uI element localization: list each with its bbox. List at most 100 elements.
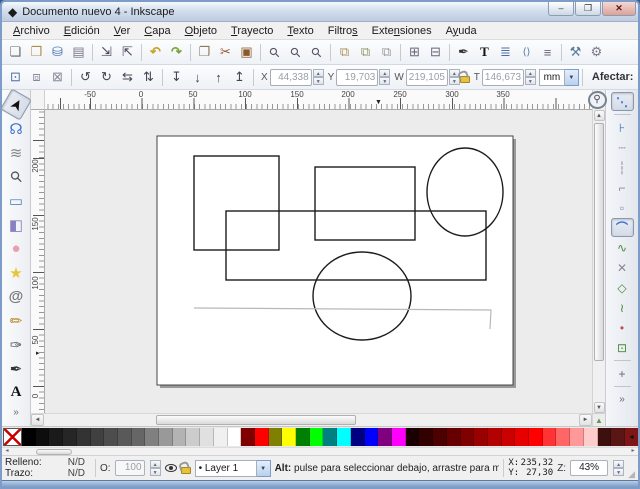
snap-enable-icon[interactable]: ⋱	[611, 92, 634, 111]
layers-icon[interactable]: ≣	[495, 42, 516, 63]
snap-bbox-edges-icon[interactable]: ┄	[611, 138, 634, 157]
palette-swatch[interactable]	[145, 428, 159, 446]
rotate-cw-icon[interactable]: ↻	[96, 67, 117, 88]
scroll-up-icon[interactable]: ▲	[594, 110, 605, 121]
snap-bbox-corners-icon[interactable]: ⊦	[611, 118, 634, 137]
zoom-page-icon[interactable]: ⚲	[302, 40, 332, 65]
paste-icon[interactable]: ▣	[236, 42, 257, 63]
spin-down-icon[interactable]: ▼	[379, 77, 390, 85]
box3d-tool[interactable]: ◧	[4, 213, 28, 236]
palette-swatch[interactable]	[63, 428, 77, 446]
palette-swatch[interactable]	[406, 428, 420, 446]
duplicate-icon[interactable]: ⧉	[334, 42, 355, 63]
palette-swatch[interactable]	[173, 428, 187, 446]
menu-ayuda[interactable]: Ayuda	[439, 24, 484, 38]
layer-visibility-icon[interactable]	[165, 464, 177, 472]
zoom-tool[interactable]: ⚲	[0, 160, 33, 193]
rotate-ccw-icon[interactable]: ↺	[75, 67, 96, 88]
palette-swatch[interactable]	[186, 428, 200, 446]
palette-swatch[interactable]	[461, 428, 475, 446]
palette-swatch[interactable]	[241, 428, 255, 446]
snapbar-overflow[interactable]: »	[611, 390, 634, 409]
calligraphy-tool[interactable]: ✒	[4, 357, 28, 380]
snap-midpoints-icon[interactable]: •	[611, 318, 634, 337]
scroll-left-icon[interactable]: ◂	[2, 448, 12, 455]
redo-icon[interactable]: ↷	[166, 42, 187, 63]
layer-dropdown[interactable]: • Layer 1 ▼	[195, 460, 271, 477]
y-input[interactable]: 19,703	[336, 69, 378, 86]
spin-up-icon[interactable]: ▲	[313, 69, 324, 77]
resize-grip[interactable]: ◢	[628, 469, 635, 480]
palette-scrollbar[interactable]: ◂ ▸	[2, 447, 638, 455]
menu-texto[interactable]: Texto	[280, 24, 320, 38]
open-document-icon[interactable]: ❒	[26, 42, 47, 63]
palette-swatch[interactable]	[365, 428, 379, 446]
fill-stroke-indicator[interactable]: Relleno:N/D Trazo:N/D	[5, 457, 91, 479]
lower-icon[interactable]: ↓	[187, 67, 208, 88]
palette-swatch[interactable]	[104, 428, 118, 446]
palette-swatch[interactable]	[502, 428, 516, 446]
close-button[interactable]: ✕	[602, 2, 636, 16]
palette-swatch[interactable]	[556, 428, 570, 446]
snap-bbox-centers-icon[interactable]: ⌐	[611, 178, 634, 197]
palette-scroll-left-icon[interactable]: ◄	[625, 428, 638, 446]
snap-object-centers-icon[interactable]: ⊡	[611, 338, 634, 357]
horizontal-ruler[interactable]: ▼ -50050100150200250300350	[45, 90, 592, 110]
snap-rotation-center-icon[interactable]: +	[611, 364, 634, 383]
height-input[interactable]: 146,673	[482, 69, 524, 86]
sticky-zoom-button[interactable]: ⚲	[588, 91, 607, 109]
palette-swatch[interactable]	[598, 428, 612, 446]
star-tool[interactable]: ★	[4, 261, 28, 284]
spin-up-icon[interactable]: ▲	[150, 460, 161, 468]
print-icon[interactable]: ▤	[68, 42, 89, 63]
rectangle-tool[interactable]: ▭	[4, 189, 28, 212]
palette-swatch[interactable]	[49, 428, 63, 446]
titlebar[interactable]: ◆ Documento nuevo 4 - Inkscape – ❐ ✕	[2, 2, 638, 22]
no-color-swatch[interactable]	[3, 428, 22, 446]
palette-swatch[interactable]	[337, 428, 351, 446]
flip-vertical-icon[interactable]: ⇅	[138, 67, 159, 88]
palette-swatch[interactable]	[529, 428, 543, 446]
select-all-icon[interactable]: ⊡	[5, 67, 26, 88]
palette-swatch[interactable]	[515, 428, 529, 446]
xml-editor-icon[interactable]: ⟨⟩	[516, 42, 537, 63]
palette-swatch[interactable]	[22, 428, 36, 446]
snap-bbox-edge-midpoints-icon[interactable]: ┆	[611, 158, 634, 177]
layer-lock-icon[interactable]	[181, 467, 191, 474]
raise-icon[interactable]: ↑	[208, 67, 229, 88]
snap-page-border-icon[interactable]: ▫	[611, 198, 634, 217]
cms-adjust-icon[interactable]: ▲	[593, 413, 606, 426]
cut-icon[interactable]: ✂	[215, 42, 236, 63]
spiral-tool[interactable]: @	[4, 285, 28, 308]
doc-properties-icon[interactable]: ⚙	[586, 42, 607, 63]
palette-swatch[interactable]	[255, 428, 269, 446]
text-dialog-icon[interactable]: T	[474, 42, 495, 63]
palette-swatch[interactable]	[392, 428, 406, 446]
scrollbar-track[interactable]	[44, 414, 579, 426]
palette-swatch[interactable]	[433, 428, 447, 446]
snap-path-intersections-icon[interactable]: ✕	[611, 258, 634, 277]
spin-down-icon[interactable]: ▼	[150, 468, 161, 476]
text-tool[interactable]: A	[4, 381, 28, 404]
vertical-ruler[interactable]: ▸ 200150100500	[31, 110, 45, 413]
pencil-tool[interactable]: ✏	[4, 309, 28, 332]
minimize-button[interactable]: –	[548, 2, 574, 16]
fill-stroke-icon[interactable]: ✒	[453, 42, 474, 63]
palette-swatch[interactable]	[310, 428, 324, 446]
scrollbar-track[interactable]	[593, 121, 605, 402]
width-input[interactable]: 219,105	[406, 69, 448, 86]
palette-swatch[interactable]	[419, 428, 433, 446]
node-tool[interactable]: ☊	[4, 117, 28, 140]
menu-trayecto[interactable]: Trayecto	[224, 24, 280, 38]
menu-archivo[interactable]: Archivo	[6, 24, 57, 38]
menu-ver[interactable]: Ver	[107, 24, 138, 38]
toolbox-overflow[interactable]: »	[4, 405, 28, 419]
palette-swatch[interactable]	[77, 428, 91, 446]
maximize-button[interactable]: ❐	[575, 2, 601, 16]
spin-down-icon[interactable]: ▼	[525, 77, 536, 85]
palette-swatch[interactable]	[159, 428, 173, 446]
palette-swatch[interactable]	[228, 428, 242, 446]
palette-swatch[interactable]	[118, 428, 132, 446]
palette-swatch[interactable]	[132, 428, 146, 446]
chevron-down-icon[interactable]: ▼	[565, 69, 579, 86]
